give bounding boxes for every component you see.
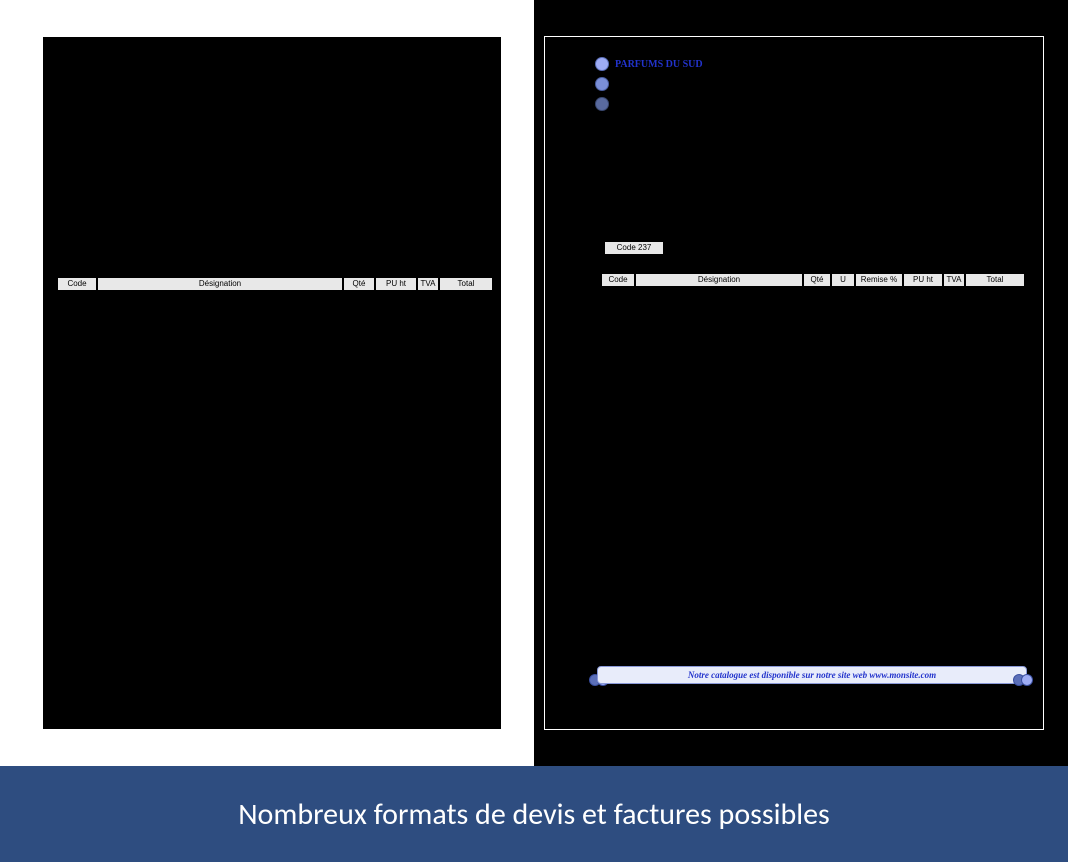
ball-icon (1021, 674, 1033, 686)
col-qte: Qté (343, 277, 375, 291)
logo-ball-icon (595, 57, 609, 71)
logo-row-1: PARFUMS DU SUD (595, 57, 703, 71)
logo-ball-icon (595, 77, 609, 91)
logo-row-2 (595, 77, 609, 91)
col-puht: PU ht (903, 273, 943, 287)
footer-caption: Nombreux formats de devis et factures po… (238, 796, 830, 833)
col-total: Total (965, 273, 1025, 287)
col-tva: TVA (417, 277, 439, 291)
col-puht: PU ht (375, 277, 417, 291)
documents-area: Code Désignation Qté PU ht TVA Total PAR… (0, 0, 1068, 766)
col-designation: Désignation (635, 273, 803, 287)
left-invoice-doc: Code Désignation Qté PU ht TVA Total (42, 36, 502, 730)
col-remise: Remise % (855, 273, 903, 287)
company-name: PARFUMS DU SUD (615, 59, 703, 70)
promo-balls-right (1013, 674, 1033, 686)
col-total: Total (439, 277, 493, 291)
col-qte: Qté (803, 273, 831, 287)
right-invoice-doc: PARFUMS DU SUD Code 237 Code Désignation… (544, 36, 1044, 730)
right-page: PARFUMS DU SUD Code 237 Code Désignation… (534, 0, 1068, 766)
logo-row-3 (595, 97, 609, 111)
promo-banner: Notre catalogue est disponible sur notre… (597, 666, 1027, 684)
footer-caption-bar: Nombreux formats de devis et factures po… (0, 766, 1068, 862)
col-tva: TVA (943, 273, 965, 287)
col-code: Code (601, 273, 635, 287)
col-designation: Désignation (97, 277, 343, 291)
logo-ball-icon (595, 97, 609, 111)
promo-text: Notre catalogue est disponible sur notre… (688, 670, 936, 680)
left-table-header: Code Désignation Qté PU ht TVA Total (57, 277, 493, 291)
col-code: Code (57, 277, 97, 291)
code-box: Code 237 (604, 241, 664, 255)
right-table-header: Code Désignation Qté U Remise % PU ht TV… (601, 273, 1025, 287)
col-u: U (831, 273, 855, 287)
left-page: Code Désignation Qté PU ht TVA Total (0, 0, 534, 766)
